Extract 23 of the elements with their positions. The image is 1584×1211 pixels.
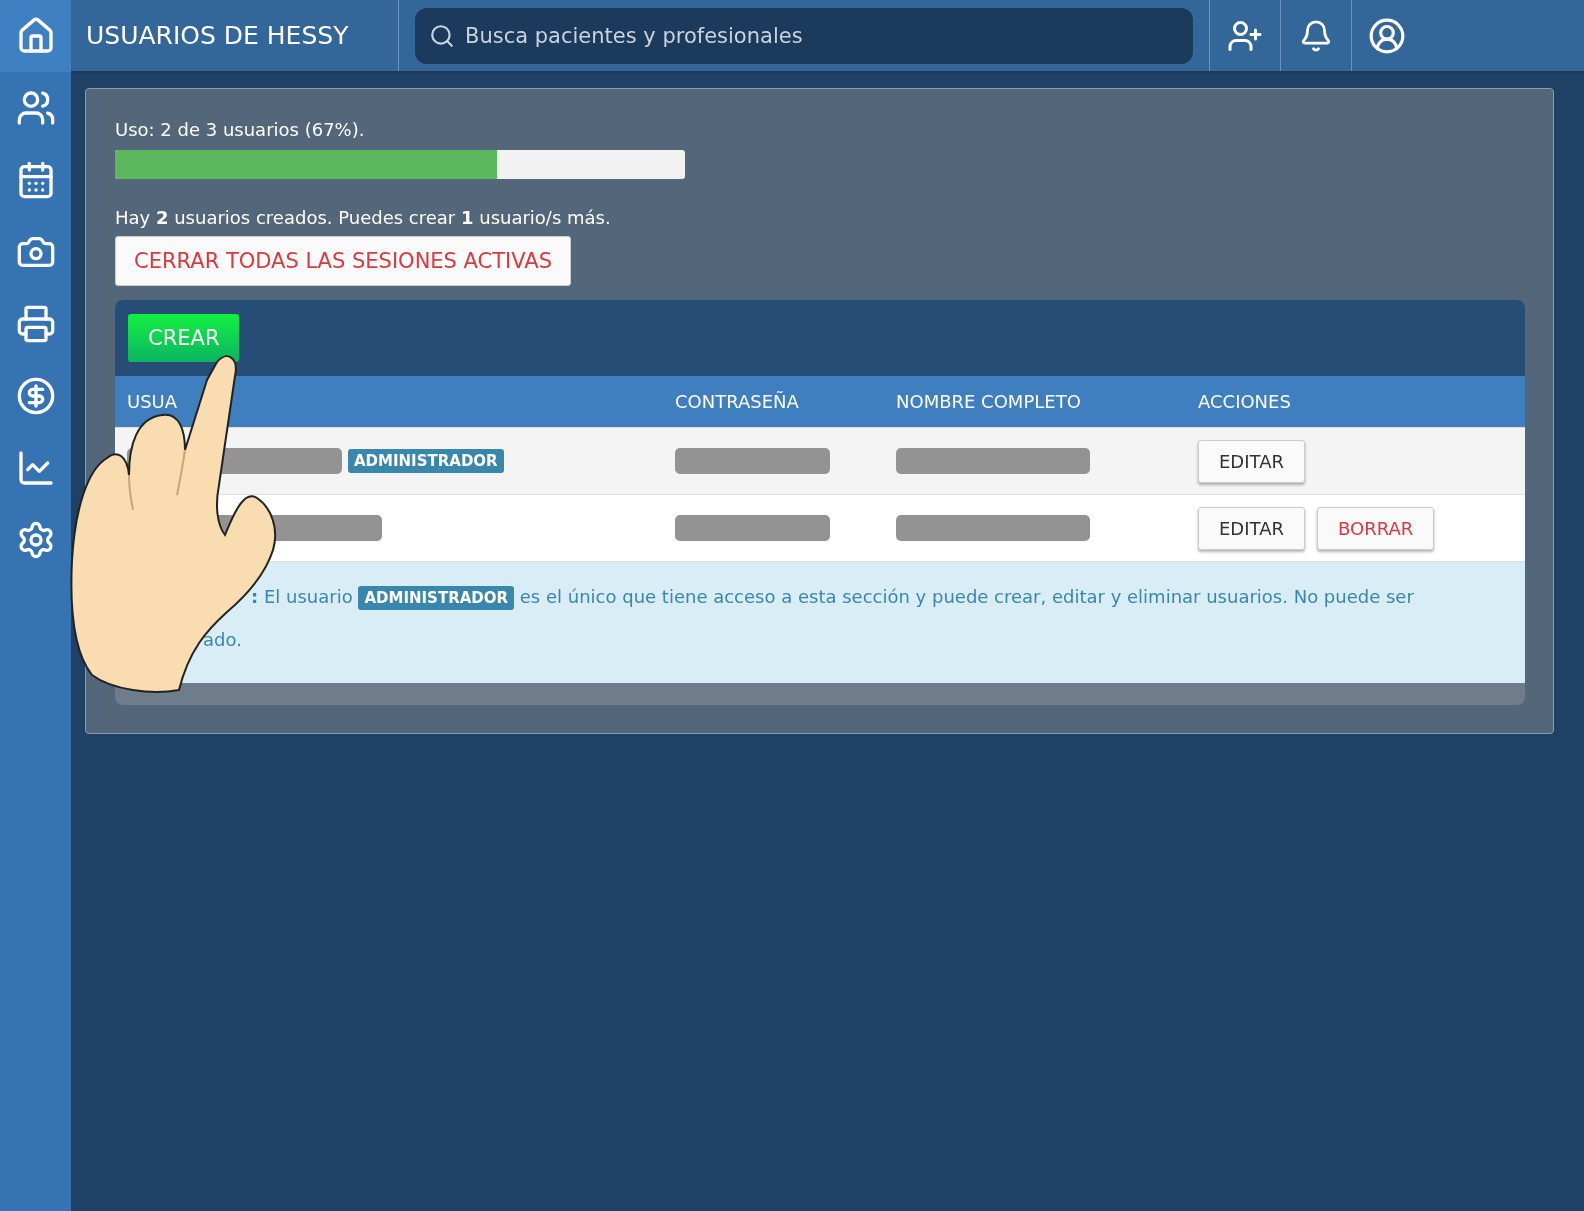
search-icon xyxy=(429,22,455,49)
bell-icon xyxy=(1299,18,1333,53)
edit-button[interactable]: EDITAR xyxy=(1198,506,1305,550)
sidebar-item[interactable] xyxy=(0,0,71,72)
users-icon xyxy=(15,88,56,128)
note-text: : El usuario ADMINISTRADOR es el único que tiene acceso a esta sección y puede crear, editar y eliminar usuarios. No puede ser xyxy=(251,586,1414,607)
summary-text: Hay 2 usuarios creados. Puedes crear 1 usuario/s más. xyxy=(115,207,612,228)
delete-button[interactable]: BORRAR xyxy=(1316,506,1435,550)
column-header: USUA xyxy=(127,391,179,412)
search-field[interactable]: Busca pacientes y profesionales xyxy=(415,7,1193,64)
dollar-icon xyxy=(15,376,56,416)
printer-icon xyxy=(15,304,56,344)
user-circle-icon xyxy=(1368,16,1406,55)
column-header: NOMBRE COMPLETO xyxy=(896,391,1082,412)
role-badge: ADMINISTRADOR xyxy=(348,449,504,473)
page-title: USUARIOS DE HESSY xyxy=(71,0,399,71)
column-header: CONTRASEÑA xyxy=(675,391,800,412)
column-header: ACCIONES xyxy=(1198,391,1292,412)
edit-button[interactable]: EDITAR xyxy=(1198,439,1305,483)
note-text-end: ado. xyxy=(203,629,242,650)
close-sessions-button[interactable]: CERRAR TODAS LAS SESIONES ACTIVAS xyxy=(115,236,571,286)
usage-text: Uso: 2 de 3 usuarios (67%). xyxy=(115,119,366,140)
search-placeholder: Busca pacientes y profesionales xyxy=(465,23,803,48)
